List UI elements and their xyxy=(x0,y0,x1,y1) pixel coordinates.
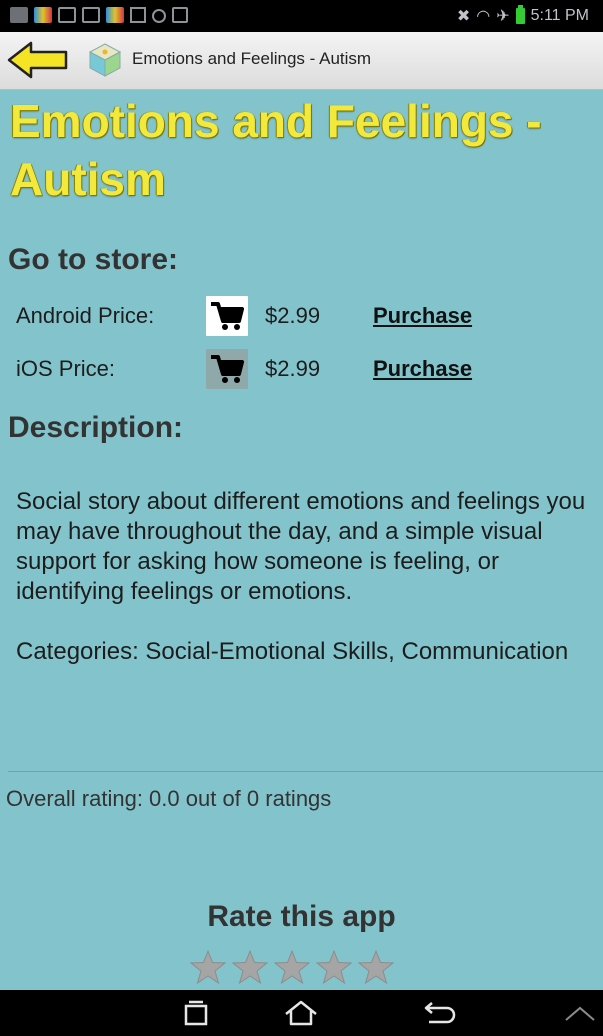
description-heading: Description: xyxy=(8,411,184,444)
star-icon[interactable] xyxy=(232,950,268,984)
cart-icon[interactable] xyxy=(206,349,248,389)
email-icon xyxy=(58,7,76,23)
wifi-icon: ◠ xyxy=(476,8,491,25)
rate-title: Rate this app xyxy=(207,900,396,933)
back-arrow-icon[interactable] xyxy=(7,40,69,80)
android-price: $2.99 xyxy=(265,303,321,328)
app-notification-icon xyxy=(106,7,124,23)
gmail-icon xyxy=(82,7,100,23)
ios-price: $2.99 xyxy=(265,356,321,381)
app-notification-icon xyxy=(34,7,52,23)
ios-purchase-link[interactable]: Purchase xyxy=(373,356,472,382)
recent-apps-icon[interactable] xyxy=(183,1000,209,1026)
clock: 5:11 PM xyxy=(530,7,589,24)
battery-icon xyxy=(515,5,525,24)
home-icon[interactable] xyxy=(284,1000,318,1026)
categories-text: Categories: Social-Emotional Skills, Com… xyxy=(16,638,569,665)
rating-stars xyxy=(190,950,394,984)
star-icon[interactable] xyxy=(358,950,394,984)
cube-app-icon xyxy=(88,43,122,77)
star-icon[interactable] xyxy=(316,950,352,984)
star-icon[interactable] xyxy=(274,950,310,984)
gallery-icon xyxy=(10,7,28,23)
status-bar: ✖ ◠ ✈ 5:11 PM xyxy=(0,0,603,32)
navigation-bar xyxy=(0,990,603,1036)
mute-icon: ✖ xyxy=(456,8,471,25)
description-block: Social story about different emotions an… xyxy=(16,487,591,667)
ios-price-label: iOS Price: xyxy=(16,356,116,381)
cart-icon[interactable] xyxy=(206,296,248,336)
notification-icons xyxy=(10,7,188,23)
menu-up-icon[interactable] xyxy=(564,1004,596,1022)
upload-icon xyxy=(130,7,146,23)
android-purchase-link[interactable]: Purchase xyxy=(373,303,472,329)
star-icon[interactable] xyxy=(190,950,226,984)
action-bar-title: Emotions and Feelings - Autism xyxy=(132,49,372,68)
android-price-label: Android Price: xyxy=(16,303,155,328)
sync-icon xyxy=(152,9,166,23)
action-bar: Emotions and Feelings - Autism xyxy=(0,32,603,90)
divider xyxy=(8,771,603,772)
android-price-row: Android Price: $2.99 Purchase xyxy=(16,296,472,336)
ios-price-row: iOS Price: $2.99 Purchase xyxy=(16,349,472,389)
description-text: Social story about different emotions an… xyxy=(16,488,586,605)
clipboard-icon xyxy=(172,7,188,23)
store-heading: Go to store: xyxy=(8,243,178,276)
rating-summary: Overall rating: 0.0 out of 0 ratings xyxy=(6,786,332,811)
page-title: Emotions and Feelings - Autism xyxy=(10,95,542,205)
back-icon[interactable] xyxy=(423,1000,457,1026)
airplane-icon: ✈ xyxy=(496,8,510,25)
